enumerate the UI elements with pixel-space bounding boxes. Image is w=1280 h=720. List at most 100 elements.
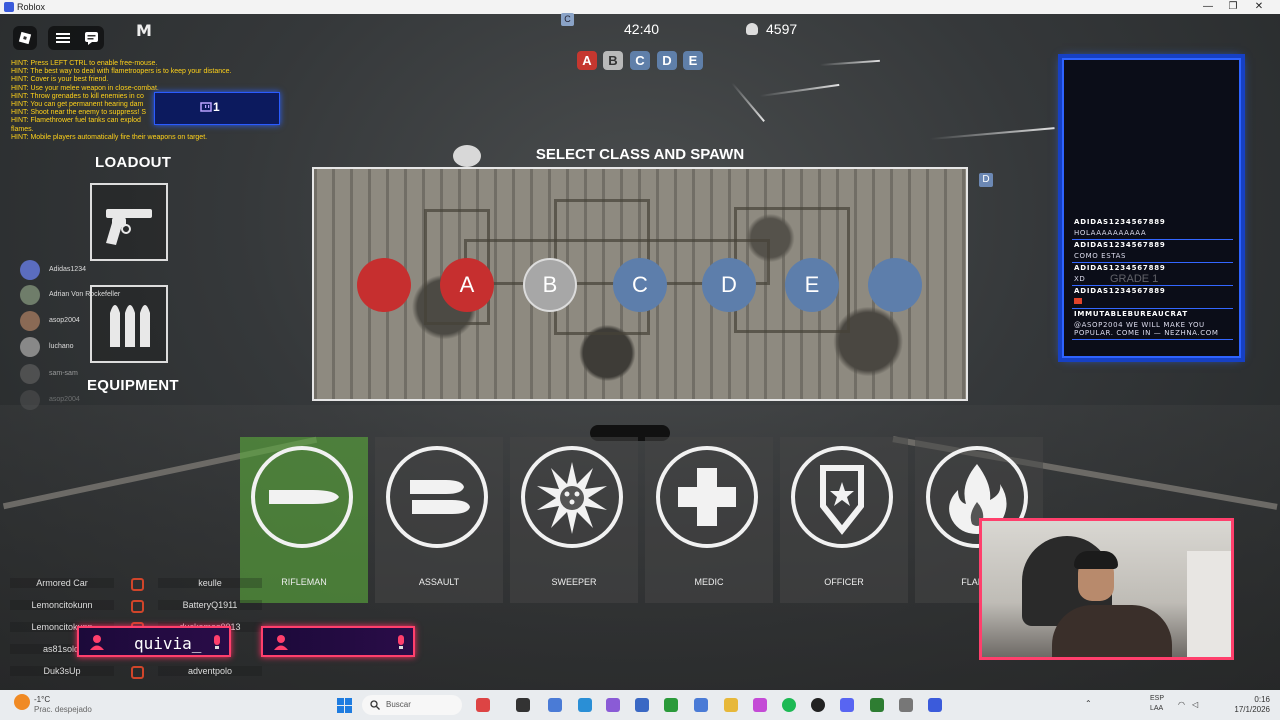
chevron-up-icon[interactable]: ⌃: [1085, 699, 1092, 708]
killfeed-row: Armored Car keulle: [10, 575, 262, 594]
stream-alert: quivia_: [77, 626, 231, 657]
ammo-icon: [110, 305, 150, 347]
class-assault[interactable]: ASSAULT: [375, 437, 503, 603]
objective-flag-c: C: [630, 51, 650, 70]
taskbar-app-icon[interactable]: [548, 698, 562, 712]
objective-flag-a: A: [577, 51, 597, 70]
cross-icon: [678, 468, 736, 526]
objective-flag-top: C: [561, 13, 574, 26]
xbox-icon[interactable]: [664, 698, 678, 712]
tracer-streak: [929, 127, 1055, 140]
objective-flag-e: E: [683, 51, 703, 70]
streamer-body: [1052, 605, 1172, 657]
class-icon-ring: [386, 446, 488, 548]
kill-weapon-icon: [131, 578, 144, 591]
chat-bubble-icon[interactable]: [85, 32, 98, 45]
chat-message: ADIDAS1234567889 HOLAAAAAAAAAA: [1072, 217, 1233, 240]
search-placeholder: Buscar: [386, 700, 411, 709]
clock-date[interactable]: 17/1/2026: [1220, 705, 1270, 714]
alert-username: quivia_: [134, 634, 202, 653]
tracer-streak: [731, 82, 765, 122]
roblox-taskbar-icon[interactable]: [928, 698, 942, 712]
voice-chat-indicator[interactable]: 1: [154, 92, 280, 125]
objective-flag-side: D: [979, 173, 993, 187]
burst-icon: [537, 462, 607, 534]
taskbar-app-icon[interactable]: [753, 698, 767, 712]
taskbar-app-icon[interactable]: [635, 698, 649, 712]
weapon-slot[interactable]: [90, 183, 168, 261]
roblox-menu-button[interactable]: [13, 26, 37, 50]
user-icon: [274, 635, 288, 650]
chat-message: ADIDAS1234567889: [1072, 286, 1233, 309]
killfeed-row: Duk3sUp adventpolo: [10, 663, 262, 682]
taskbar-search[interactable]: Buscar: [362, 695, 462, 715]
roblox-logo-icon: [18, 31, 32, 45]
taskbar-app-icon[interactable]: [811, 698, 825, 712]
taskbar-app-icon[interactable]: [516, 698, 530, 712]
double-bullet-icon: [410, 480, 470, 514]
objective-flag-d: D: [657, 51, 677, 70]
class-icon-ring: [656, 446, 758, 548]
loadout-title: LOADOUT: [95, 154, 172, 171]
user-icon: [90, 635, 104, 650]
class-sweeper[interactable]: SWEEPER: [510, 437, 638, 603]
taskbar-app-icon[interactable]: [870, 698, 884, 712]
spawn-point-a[interactable]: A: [440, 258, 494, 312]
class-officer[interactable]: OFFICER: [780, 437, 908, 603]
stream-alert: [261, 626, 415, 657]
taskbar-app-icon[interactable]: [476, 698, 490, 712]
streamer-hair: [1074, 551, 1118, 569]
webcam-overlay: [979, 518, 1234, 660]
kill-weapon-icon: [131, 666, 144, 679]
close-button[interactable]: ✕: [1247, 0, 1271, 14]
tracer-streak: [819, 59, 880, 66]
weather-icon: [14, 694, 30, 710]
class-icon-ring: [521, 446, 623, 548]
voice-count: 1: [213, 100, 220, 114]
spawn-point-b[interactable]: B: [523, 258, 577, 312]
class-medic[interactable]: MEDIC: [645, 437, 773, 603]
killfeed-row: Lemoncitokunn BatteryQ1911: [10, 597, 262, 616]
discord-icon[interactable]: [840, 698, 854, 712]
kill-counter: 4597: [746, 21, 797, 37]
taskbar-app-icon[interactable]: [606, 698, 620, 712]
emote-icon: [1074, 298, 1082, 304]
map-key-hint: M: [136, 21, 152, 40]
avatar: [20, 285, 40, 305]
folder-icon[interactable]: [724, 698, 738, 712]
windows-taskbar: -1°C Prac. despejado Buscar ⌃ ESP LAA ◠ …: [0, 690, 1280, 720]
chat-message: ADIDAS1234567889 COMO ESTAS: [1072, 240, 1233, 263]
kill-count: 4597: [766, 21, 798, 37]
spawn-point-e[interactable]: E: [785, 258, 839, 312]
stream-chat-overlay: ADIDAS1234567889 HOLAAAAAAAAAA ADIDAS1234…: [1062, 58, 1241, 358]
wall-panel: [1187, 551, 1231, 657]
weather-desc: Prac. despejado: [34, 705, 92, 714]
spawn-point-c[interactable]: C: [613, 258, 667, 312]
equipment-title: EQUIPMENT: [87, 377, 179, 394]
minimize-button[interactable]: —: [1196, 0, 1220, 14]
roblox-app-icon: [4, 2, 14, 12]
tracer-streak: [759, 83, 840, 97]
volume-icon[interactable]: ◁: [1192, 700, 1198, 709]
settings-icon[interactable]: [899, 698, 913, 712]
language-top[interactable]: ESP: [1150, 695, 1164, 702]
edge-icon[interactable]: [578, 698, 592, 712]
spawn-point-d[interactable]: D: [702, 258, 756, 312]
taskbar-app-icon[interactable]: [694, 698, 708, 712]
hint-line: flames.: [11, 125, 34, 133]
clock-time[interactable]: 0:16: [1220, 695, 1270, 704]
hamburger-icon[interactable]: [56, 33, 70, 43]
windows-start-icon[interactable]: [337, 698, 353, 714]
spawn-point-hq-axis[interactable]: [357, 258, 411, 312]
spawn-point-hq-allies[interactable]: [868, 258, 922, 312]
spotify-icon[interactable]: [782, 698, 796, 712]
hint-line: HINT: Press LEFT CTRL to enable free-mou…: [11, 60, 158, 67]
avatar: [20, 337, 40, 357]
skull-icon: [746, 23, 758, 35]
avatar: [20, 390, 40, 410]
avatar: [20, 260, 40, 280]
avatar: [20, 364, 40, 384]
maximize-button[interactable]: ❐: [1221, 0, 1245, 14]
language-bottom[interactable]: LAA: [1150, 705, 1163, 712]
wifi-icon[interactable]: ◠: [1178, 700, 1185, 709]
